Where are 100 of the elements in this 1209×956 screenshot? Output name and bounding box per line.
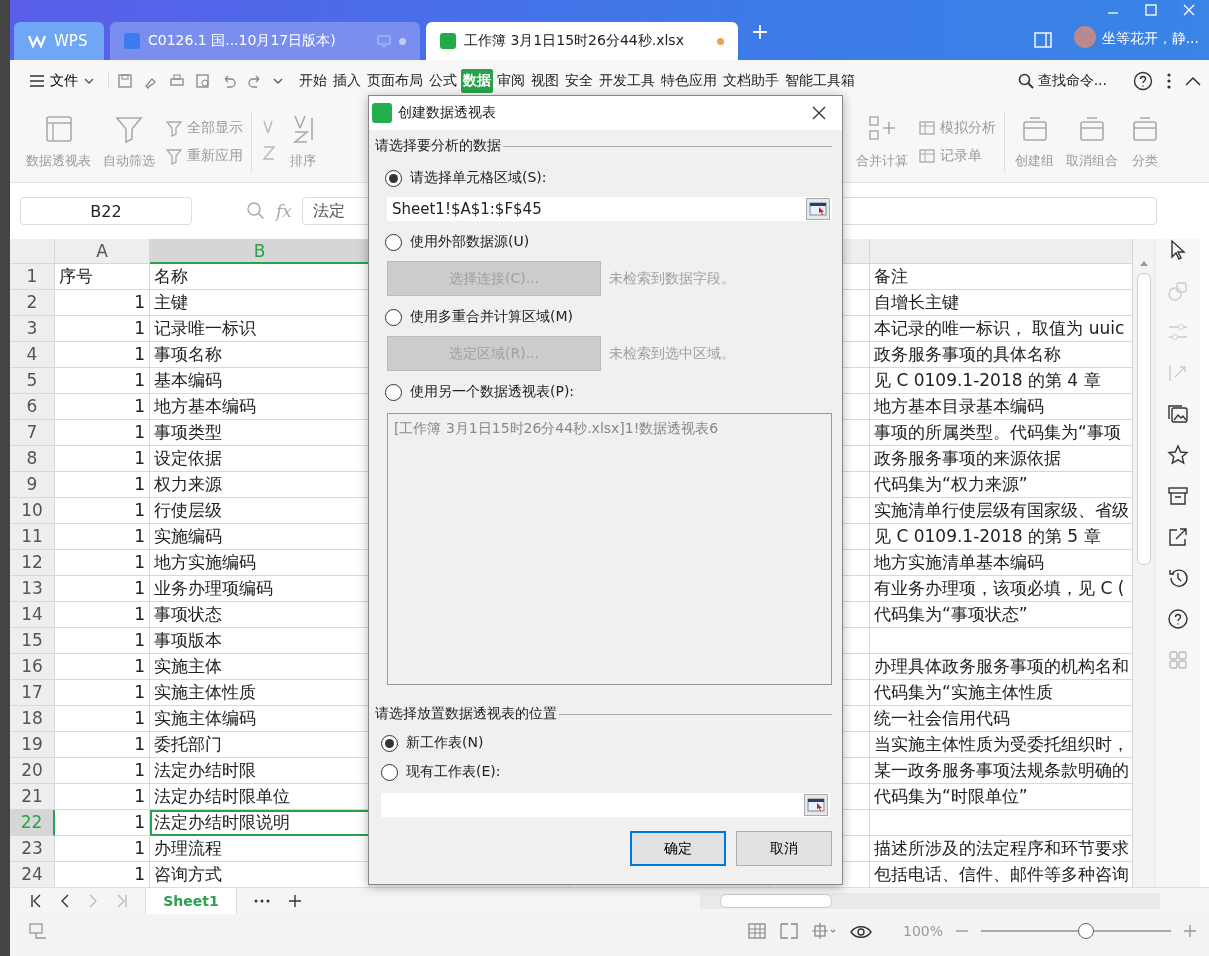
star-icon[interactable] — [1167, 444, 1189, 466]
row-number[interactable]: 21 — [10, 784, 55, 810]
table-cell: 见 C 0109.1-2018 的第 5 章 — [870, 524, 1133, 550]
share-icon[interactable] — [1167, 526, 1189, 548]
ribbon-tab[interactable]: 公式 — [427, 69, 459, 93]
table-cell: 1 — [55, 680, 150, 706]
command-search[interactable]: 查找命令... — [1017, 72, 1107, 90]
document-tab[interactable]: 工作簿 3月1日15时26分44秒.xlsx — [426, 22, 738, 60]
status-dot — [399, 37, 406, 45]
normal-view-icon[interactable] — [746, 922, 767, 940]
ok-button[interactable]: 确定 — [630, 831, 726, 866]
name-box[interactable]: B22 — [20, 197, 192, 225]
zoom-out-icon[interactable] — [955, 929, 969, 933]
more-icon[interactable] — [254, 899, 270, 903]
row-number[interactable]: 8 — [10, 446, 55, 472]
row-number[interactable]: 3 — [10, 316, 55, 342]
row-number[interactable]: 2 — [10, 290, 55, 316]
row-number[interactable]: 4 — [10, 342, 55, 368]
table-cell: 1 — [55, 836, 150, 862]
help-icon[interactable] — [1133, 71, 1153, 91]
archive-icon[interactable] — [1167, 485, 1189, 507]
layout-icon[interactable] — [1033, 32, 1052, 48]
ribbon-tab[interactable]: 页面布局 — [365, 69, 425, 93]
file-menu[interactable]: 文件 — [24, 72, 100, 90]
more-icon[interactable] — [1167, 73, 1171, 89]
radio-option[interactable]: 使用另一个数据透视表(P): — [385, 381, 575, 403]
scrollbar-thumb[interactable] — [720, 894, 832, 908]
cursor-icon[interactable] — [1168, 239, 1188, 261]
table-cell: 1 — [55, 446, 150, 472]
row-number[interactable]: 11 — [10, 524, 55, 550]
collapse-icon[interactable] — [1185, 76, 1201, 86]
row-number[interactable]: 15 — [10, 628, 55, 654]
page-break-icon[interactable] — [778, 922, 799, 940]
new-tab-icon[interactable] — [752, 24, 768, 40]
caret-icon[interactable] — [273, 77, 283, 85]
row-number[interactable]: 10 — [10, 498, 55, 524]
cancel-button[interactable]: 取消 — [736, 831, 832, 866]
range-picker-icon[interactable] — [806, 198, 830, 220]
row-number[interactable]: 12 — [10, 550, 55, 576]
macro-icon[interactable] — [28, 922, 48, 940]
ribbon-tab[interactable]: 审阅 — [495, 69, 527, 93]
row-number[interactable]: 5 — [10, 368, 55, 394]
table-cell: 1 — [55, 706, 150, 732]
first-sheet-icon[interactable] — [30, 894, 42, 908]
row-number[interactable]: 17 — [10, 680, 55, 706]
user-name[interactable]: 坐等花开，静... — [1101, 30, 1199, 48]
ribbon-tab[interactable]: 开始 — [297, 69, 329, 93]
row-number[interactable]: 13 — [10, 576, 55, 602]
maximize-icon[interactable] — [1145, 4, 1157, 16]
row-number[interactable]: 24 — [10, 862, 55, 887]
row-number[interactable]: 6 — [10, 394, 55, 420]
scrollbar-thumb[interactable] — [1137, 273, 1151, 565]
row-number[interactable]: 20 — [10, 758, 55, 784]
table-cell: 办理具体政务服务事项的机构名和 — [870, 654, 1133, 680]
table-cell: 某一政务服务事项法规条款明确的 — [870, 758, 1133, 784]
table-cell: 事项的所属类型。代码集为“事项 — [870, 420, 1133, 446]
help-icon[interactable] — [1167, 608, 1189, 630]
image-icon[interactable] — [1167, 403, 1189, 425]
apps-icon[interactable] — [1167, 649, 1189, 671]
ribbon-tab[interactable]: 插入 — [331, 69, 363, 93]
row-number[interactable]: 14 — [10, 602, 55, 628]
last-sheet-icon[interactable] — [116, 894, 128, 908]
radio-option[interactable]: 新工作表(N) — [381, 732, 484, 754]
previous-sheet-icon[interactable] — [60, 894, 70, 908]
scroll-up-icon[interactable] — [1139, 259, 1149, 267]
filter-icon — [165, 147, 183, 165]
ribbon-tab[interactable]: 视图 — [529, 69, 561, 93]
ribbon-tab[interactable]: 智能工具箱 — [783, 69, 857, 93]
preview-icon[interactable] — [195, 73, 211, 89]
row-number[interactable]: 18 — [10, 706, 55, 732]
history-icon[interactable] — [1167, 567, 1189, 589]
sliders-icon[interactable] — [1167, 321, 1189, 343]
table-cell: 统一社会信用代码 — [870, 706, 1133, 732]
table-cell: 1 — [55, 758, 150, 784]
print-icon[interactable] — [169, 73, 185, 89]
add-sheet-icon[interactable] — [288, 894, 302, 908]
save-icon[interactable] — [117, 73, 133, 89]
range-field[interactable]: Sheet1!$A$1:$F$45 — [387, 197, 832, 221]
row-number[interactable]: 23 — [10, 836, 55, 862]
zoom-icon[interactable] — [246, 201, 266, 221]
ribbon-tab[interactable]: 文档助手 — [721, 69, 781, 93]
row-number[interactable]: 9 — [10, 472, 55, 498]
row-number[interactable]: 7 — [10, 420, 55, 446]
close-icon[interactable] — [812, 106, 826, 120]
range-picker-icon[interactable] — [804, 794, 828, 816]
page-layout-icon[interactable] — [810, 922, 837, 940]
ribbon-tab[interactable]: 特色应用 — [659, 69, 719, 93]
location-field[interactable] — [381, 793, 830, 817]
ribbon-tab[interactable]: 数据 — [461, 69, 493, 93]
sheet-tab[interactable]: Sheet1 — [146, 888, 236, 914]
next-sheet-icon[interactable] — [88, 894, 98, 908]
ribbon-tab[interactable]: 安全 — [563, 69, 595, 93]
ribbon-tab[interactable]: 开发工具 — [597, 69, 657, 93]
zoom-in-icon[interactable] — [1183, 924, 1197, 938]
row-number[interactable]: 19 — [10, 732, 55, 758]
radio-option[interactable]: 请选择单元格区域(S): — [385, 167, 547, 189]
table-cell: 备注 — [870, 264, 1133, 290]
row-number[interactable]: 1 — [10, 264, 55, 290]
radio-option[interactable]: 现有工作表(E): — [381, 761, 501, 783]
row-number[interactable]: 16 — [10, 654, 55, 680]
